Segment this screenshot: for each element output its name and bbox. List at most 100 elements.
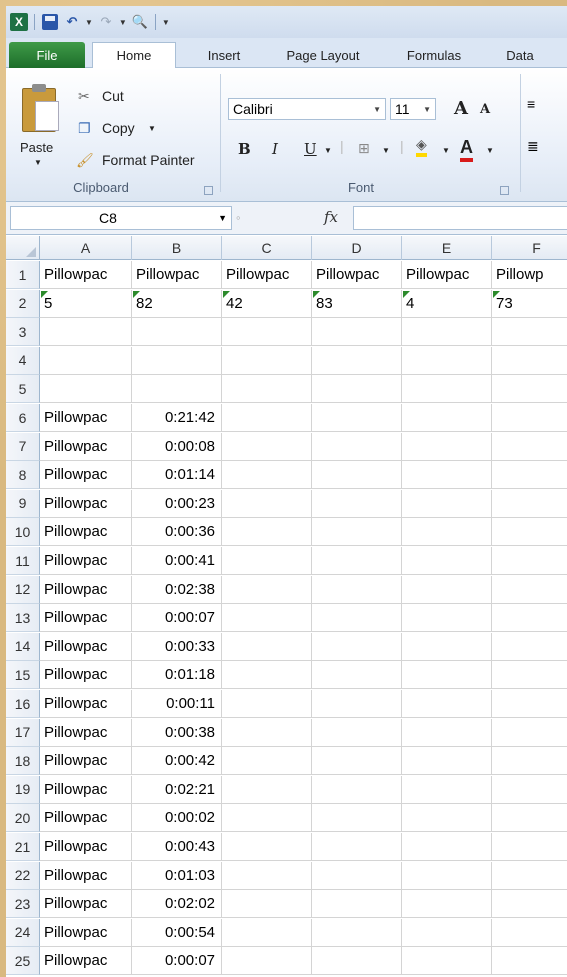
cell-f17[interactable] bbox=[492, 719, 567, 747]
row-header[interactable]: 13 bbox=[6, 604, 40, 633]
cut-button[interactable]: Cut bbox=[102, 88, 124, 104]
cell-f24[interactable] bbox=[492, 919, 567, 947]
print-preview-icon[interactable]: 🔍 bbox=[131, 13, 149, 31]
cell-a11[interactable]: Pillowpac bbox=[40, 547, 132, 575]
underline-button[interactable]: U bbox=[304, 140, 317, 158]
error-indicator-icon[interactable] bbox=[41, 290, 48, 298]
cell-f15[interactable] bbox=[492, 661, 567, 690]
copy-dropdown-icon[interactable]: ▼ bbox=[148, 124, 156, 133]
cell-d15[interactable] bbox=[312, 661, 402, 690]
row-header[interactable]: 3 bbox=[6, 318, 40, 347]
column-header-a[interactable]: A bbox=[40, 236, 132, 260]
cell-f25[interactable] bbox=[492, 947, 567, 976]
cell-f3[interactable] bbox=[492, 318, 567, 347]
cell-c2[interactable]: 42 bbox=[222, 289, 312, 318]
cell-f23[interactable] bbox=[492, 890, 567, 919]
cell-e19[interactable] bbox=[402, 775, 492, 804]
row-header[interactable]: 16 bbox=[6, 690, 40, 718]
row-header[interactable]: 22 bbox=[6, 861, 40, 890]
cell-c10[interactable] bbox=[222, 518, 312, 547]
cell-f16[interactable] bbox=[492, 690, 567, 718]
cell-a23[interactable]: Pillowpac bbox=[40, 890, 132, 919]
copy-button[interactable]: Copy bbox=[102, 120, 135, 136]
cell-f6[interactable] bbox=[492, 404, 567, 432]
cell-e5[interactable] bbox=[402, 375, 492, 404]
cell-c9[interactable] bbox=[222, 489, 312, 518]
cell-c5[interactable] bbox=[222, 375, 312, 404]
cell-a14[interactable]: Pillowpac bbox=[40, 632, 132, 661]
cell-a17[interactable]: Pillowpac bbox=[40, 718, 132, 747]
cell-a4[interactable] bbox=[40, 346, 132, 375]
cell-f13[interactable] bbox=[492, 604, 567, 633]
borders-icon[interactable]: ⊞ bbox=[358, 140, 370, 157]
cell-b20[interactable]: 0:00:02 bbox=[132, 804, 222, 833]
cell-d25[interactable] bbox=[312, 947, 402, 976]
cell-d20[interactable] bbox=[312, 804, 402, 833]
cell-c3[interactable] bbox=[222, 318, 312, 347]
cell-b8[interactable]: 0:01:14 bbox=[132, 461, 222, 490]
cell-a20[interactable]: Pillowpac bbox=[40, 804, 132, 833]
tab-file[interactable]: File bbox=[9, 42, 85, 68]
cell-b17[interactable]: 0:00:38 bbox=[132, 718, 222, 747]
undo-button[interactable]: ↶ bbox=[63, 13, 81, 31]
cell-c14[interactable] bbox=[222, 632, 312, 661]
cell-b2[interactable]: 82 bbox=[132, 289, 222, 318]
row-header[interactable]: 4 bbox=[6, 346, 40, 375]
cell-e13[interactable] bbox=[402, 604, 492, 633]
row-header[interactable]: 11 bbox=[6, 547, 40, 575]
cell-e2[interactable]: 4 bbox=[402, 289, 492, 318]
cell-c4[interactable] bbox=[222, 346, 312, 375]
cell-e12[interactable] bbox=[402, 575, 492, 604]
cell-e4[interactable] bbox=[402, 346, 492, 375]
cell-d3[interactable] bbox=[312, 318, 402, 347]
cell-f4[interactable] bbox=[492, 347, 567, 375]
row-header[interactable]: 9 bbox=[6, 489, 40, 518]
row-header[interactable]: 12 bbox=[6, 575, 40, 604]
cell-b22[interactable]: 0:01:03 bbox=[132, 861, 222, 890]
cell-b24[interactable]: 0:00:54 bbox=[132, 918, 222, 947]
cell-d13[interactable] bbox=[312, 604, 402, 633]
cell-f10[interactable] bbox=[492, 518, 567, 547]
cell-e22[interactable] bbox=[402, 861, 492, 890]
cell-d14[interactable] bbox=[312, 632, 402, 661]
cell-e18[interactable] bbox=[402, 747, 492, 776]
cell-e7[interactable] bbox=[402, 432, 492, 461]
cell-c25[interactable] bbox=[222, 947, 312, 976]
cell-a12[interactable]: Pillowpac bbox=[40, 575, 132, 604]
cell-e1[interactable]: Pillowpac bbox=[402, 261, 492, 289]
cell-e10[interactable] bbox=[402, 518, 492, 547]
cell-b15[interactable]: 0:01:18 bbox=[132, 661, 222, 690]
cell-a24[interactable]: Pillowpac bbox=[40, 918, 132, 947]
cell-a9[interactable]: Pillowpac bbox=[40, 489, 132, 518]
cell-d9[interactable] bbox=[312, 489, 402, 518]
cell-f5[interactable] bbox=[492, 375, 567, 404]
row-header[interactable]: 20 bbox=[6, 804, 40, 833]
cell-f12[interactable] bbox=[492, 576, 567, 604]
insert-function-icon[interactable]: fx bbox=[324, 208, 338, 226]
cell-c22[interactable] bbox=[222, 861, 312, 890]
tab-data[interactable]: Data bbox=[490, 42, 550, 68]
error-indicator-icon[interactable] bbox=[403, 290, 410, 298]
row-header[interactable]: 10 bbox=[6, 518, 40, 547]
cell-c21[interactable] bbox=[222, 833, 312, 861]
row-header[interactable]: 21 bbox=[6, 833, 40, 861]
column-header-c[interactable]: C bbox=[222, 236, 312, 260]
error-indicator-icon[interactable] bbox=[223, 290, 230, 298]
italic-button[interactable]: I bbox=[272, 140, 278, 158]
cell-c23[interactable] bbox=[222, 890, 312, 919]
row-header[interactable]: 17 bbox=[6, 718, 40, 747]
customize-toolbar-icon[interactable]: ▼ bbox=[162, 18, 170, 27]
tab-insert[interactable]: Insert bbox=[194, 42, 254, 68]
underline-dropdown-icon[interactable]: ▼ bbox=[324, 146, 332, 155]
cell-e17[interactable] bbox=[402, 718, 492, 747]
cell-c13[interactable] bbox=[222, 604, 312, 633]
cell-b6[interactable]: 0:21:42 bbox=[132, 404, 222, 432]
row-header[interactable]: 5 bbox=[6, 375, 40, 404]
cell-f22[interactable] bbox=[492, 862, 567, 890]
cell-d18[interactable] bbox=[312, 747, 402, 776]
bold-button[interactable]: B bbox=[238, 140, 251, 158]
cell-d1[interactable]: Pillowpac bbox=[312, 261, 402, 289]
row-header[interactable]: 24 bbox=[6, 918, 40, 947]
cell-e16[interactable] bbox=[402, 690, 492, 718]
row-header[interactable]: 19 bbox=[6, 775, 40, 804]
